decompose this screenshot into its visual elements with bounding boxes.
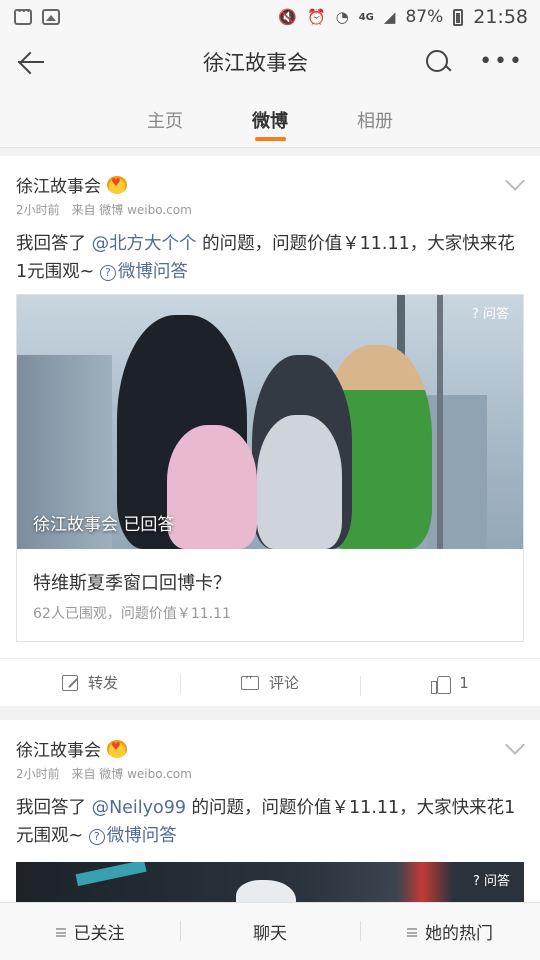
post-source: 来自 微博 weibo.com — [71, 767, 192, 781]
top-nav: 徐江故事会 ••• — [0, 34, 540, 90]
back-arrow-icon[interactable] — [16, 47, 46, 77]
post-text: 我回答了 @北方大个个 的问题，问题价值￥11.11，大家快来花1元围观~ ? 微… — [16, 230, 524, 286]
post-author[interactable]: 徐江故事会 — [16, 736, 524, 761]
battery-icon — [453, 8, 464, 26]
like-button[interactable]: 1 — [360, 673, 540, 696]
post-meta: 2小时前 来自 微博 weibo.com — [16, 201, 524, 218]
menu-icon — [407, 928, 417, 937]
weibo-qa-link[interactable]: ? 微博问答 — [88, 826, 177, 846]
post-header: 徐江故事会 2小时前 来自 微博 weibo.com — [16, 156, 525, 218]
bottom-action-bar: 已关注 聊天 她的热门 — [0, 902, 540, 960]
signal-icon: ◢ — [383, 8, 396, 26]
wifi-icon: ◔ — [335, 8, 349, 26]
post-text: 我回答了 @Neilyo99 的问题，问题价值￥11.11，大家快来花1元围观~… — [16, 794, 524, 850]
author-name[interactable]: 徐江故事会 — [16, 736, 101, 761]
profile-tabs: 主页 微博 相册 — [0, 90, 540, 148]
qa-info: 特维斯夏季窗口回博卡？ 62人已围观，问题价值￥11.11 — [17, 549, 523, 641]
qa-card[interactable]: ? 问答 徐江故事会 已回答 特维斯夏季窗口回博卡？ 62人已围观，问题价值￥1… — [16, 294, 524, 642]
followed-button[interactable]: 已关注 — [0, 919, 180, 944]
more-icon[interactable]: ••• — [479, 51, 524, 73]
qa-photo[interactable]: ? 问答 徐江故事会 已回答 — [17, 295, 523, 549]
her-hot-label: 她的热门 — [425, 924, 493, 944]
qa-stats: 62人已围观，问题价值￥11.11 — [33, 606, 231, 622]
tab-album[interactable]: 相册 — [323, 90, 428, 147]
question-circle-icon: ? — [88, 829, 105, 845]
vip-badge-icon — [107, 739, 127, 758]
repost-label: 转发 — [87, 674, 118, 692]
search-icon[interactable] — [425, 49, 451, 75]
status-bar: 🔇 ⏰ ◔ 4G ◢ 87% 21:58 — [0, 0, 540, 34]
chat-label: 聊天 — [253, 924, 287, 944]
repost-button[interactable]: 转发 — [0, 672, 180, 693]
like-count: 1 — [459, 673, 469, 692]
clock: 21:58 — [473, 6, 528, 28]
tab-weibo[interactable]: 微博 — [218, 90, 323, 147]
mention-link[interactable]: @Neilyo99 — [92, 798, 186, 818]
photo-person — [257, 415, 342, 549]
photo-object — [75, 862, 147, 887]
post-header: 徐江故事会 2小时前 来自 微博 weibo.com — [16, 720, 525, 782]
qa-question[interactable]: 特维斯夏季窗口回博卡？ — [33, 569, 507, 595]
qa-tag-label: 问答 — [482, 307, 509, 322]
nav-actions: ••• — [425, 49, 524, 75]
post-time: 2小时前 — [16, 767, 60, 781]
weibo-qa-link-label: 微博问答 — [106, 826, 177, 846]
weibo-qa-link[interactable]: ? 微博问答 — [99, 262, 188, 282]
post-time: 2小时前 — [16, 203, 60, 217]
status-right: 🔇 ⏰ ◔ 4G ◢ 87% 21:58 — [278, 6, 528, 28]
feed-post: 徐江故事会 2小时前 来自 微博 weibo.com 我回答了 @北方大个个 的… — [0, 156, 540, 706]
comment-label: 评论 — [268, 674, 299, 692]
qa-tag: ? 问答 — [471, 307, 509, 322]
post-source: 来自 微博 weibo.com — [71, 203, 192, 217]
repost-icon — [61, 674, 78, 691]
thumbs-up-icon — [431, 674, 452, 694]
answered-label: 徐江故事会 已回答 — [33, 515, 175, 535]
menu-icon — [55, 928, 66, 937]
post-author[interactable]: 徐江故事会 — [16, 172, 524, 197]
post-actions: 转发 评论 1 — [0, 658, 540, 706]
post-text-prefix: 我回答了 — [16, 234, 92, 254]
question-circle-icon: ? — [99, 265, 116, 281]
battery-percent: 87% — [405, 7, 444, 27]
photo-building — [427, 395, 487, 549]
followed-label: 已关注 — [73, 924, 125, 944]
image-notification-icon — [42, 9, 60, 25]
comment-button[interactable]: 评论 — [180, 671, 360, 694]
mute-icon: 🔇 — [278, 8, 297, 26]
her-hot-button[interactable]: 她的热门 — [360, 919, 540, 944]
weibo-qa-link-label: 微博问答 — [117, 262, 188, 282]
qa-tag: ? 问答 — [472, 874, 510, 889]
mention-link[interactable]: @北方大个个 — [92, 234, 197, 254]
comment-icon — [240, 671, 259, 690]
photo-railing — [437, 295, 443, 549]
page-title: 徐江故事会 — [203, 51, 309, 75]
message-notification-icon — [14, 7, 32, 25]
qa-tag-label: 问答 — [483, 874, 510, 889]
vip-badge-icon — [107, 175, 127, 194]
network-label: 4G — [358, 11, 374, 23]
post-text-prefix: 我回答了 — [16, 798, 92, 818]
chat-button[interactable]: 聊天 — [180, 919, 360, 944]
author-name[interactable]: 徐江故事会 — [16, 172, 101, 197]
alarm-icon: ⏰ — [306, 8, 326, 26]
photo-person — [167, 425, 257, 549]
feed-post: 徐江故事会 2小时前 来自 微博 weibo.com 我回答了 @Neilyo9… — [0, 720, 540, 922]
post-meta: 2小时前 来自 微博 weibo.com — [16, 765, 524, 782]
status-left — [14, 7, 60, 25]
tab-home[interactable]: 主页 — [113, 90, 218, 147]
